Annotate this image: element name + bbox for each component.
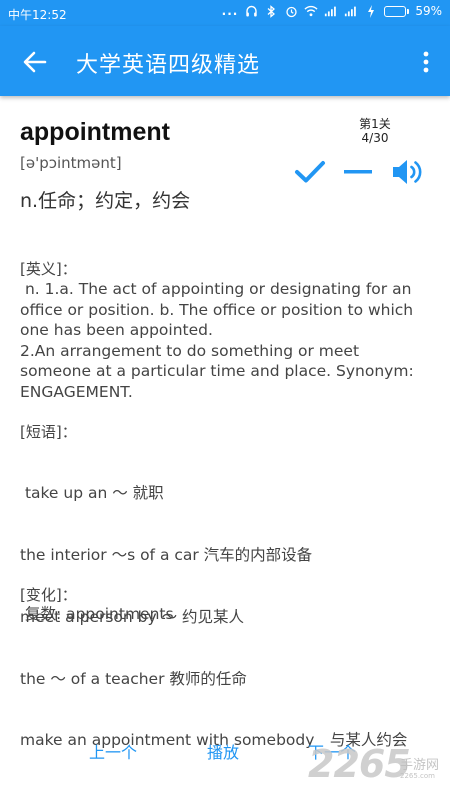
english-definition-text: n. 1.a. The act of appointing or designa… bbox=[20, 280, 414, 401]
level-label: 第1关 bbox=[359, 117, 391, 131]
word-phonetic: [ə'pɔintmənt] bbox=[20, 154, 122, 172]
more-menu-button[interactable] bbox=[414, 46, 438, 78]
next-word-button[interactable]: 下一个 bbox=[308, 739, 356, 763]
check-icon bbox=[295, 161, 325, 183]
level-progress: 4/30 bbox=[361, 131, 389, 145]
more-vertical-icon bbox=[423, 51, 429, 73]
phrase-item: the ～ of a teacher 教师的任命 bbox=[20, 669, 247, 688]
status-bar: 中午12:52 ... 59% bbox=[0, 0, 450, 26]
signal-icon-1 bbox=[324, 4, 338, 18]
phrase-item: the interior ～s of a car 汽车的内部设备 bbox=[20, 545, 313, 564]
alarm-icon bbox=[284, 4, 298, 18]
watermark-url: 2265.com bbox=[400, 772, 435, 780]
known-button[interactable] bbox=[292, 152, 328, 192]
status-icons: ... 59% bbox=[222, 4, 442, 18]
arrow-left-icon bbox=[23, 51, 47, 73]
signal-icon-2 bbox=[344, 4, 358, 18]
status-dots: ... bbox=[221, 4, 239, 18]
status-time: 中午12:52 bbox=[8, 8, 67, 22]
play-button[interactable]: 播放 bbox=[207, 739, 239, 763]
app-bar: 大学英语四级精选 bbox=[0, 26, 450, 96]
inflection-text: 复数: appointments bbox=[20, 605, 174, 623]
charging-icon bbox=[364, 4, 378, 18]
battery-icon bbox=[384, 5, 410, 17]
battery-percent: 59% bbox=[415, 4, 442, 18]
wifi-icon bbox=[304, 4, 318, 18]
bluetooth-icon bbox=[264, 4, 278, 18]
back-button[interactable] bbox=[18, 45, 52, 79]
english-definition-header: [英义]： bbox=[20, 260, 77, 278]
page-title: 大学英语四级精选 bbox=[76, 53, 261, 78]
phrase-item: take up an ～ 就职 bbox=[20, 484, 164, 503]
minus-icon bbox=[344, 170, 372, 174]
speaker-icon bbox=[393, 160, 422, 184]
phrases-header: [短语]： bbox=[20, 423, 77, 441]
inflection-header: [变化]： bbox=[20, 586, 77, 604]
level-indicator: 第1关 4/30 bbox=[342, 117, 408, 145]
word-title: appointment bbox=[20, 118, 170, 146]
unknown-button[interactable] bbox=[342, 152, 374, 192]
word-meaning: n.任命；约定，约会 bbox=[20, 190, 191, 212]
headphones-icon bbox=[244, 4, 258, 18]
pronounce-button[interactable] bbox=[388, 152, 428, 192]
prev-word-button[interactable]: 上一个 bbox=[89, 739, 137, 763]
word-actions bbox=[290, 152, 430, 192]
